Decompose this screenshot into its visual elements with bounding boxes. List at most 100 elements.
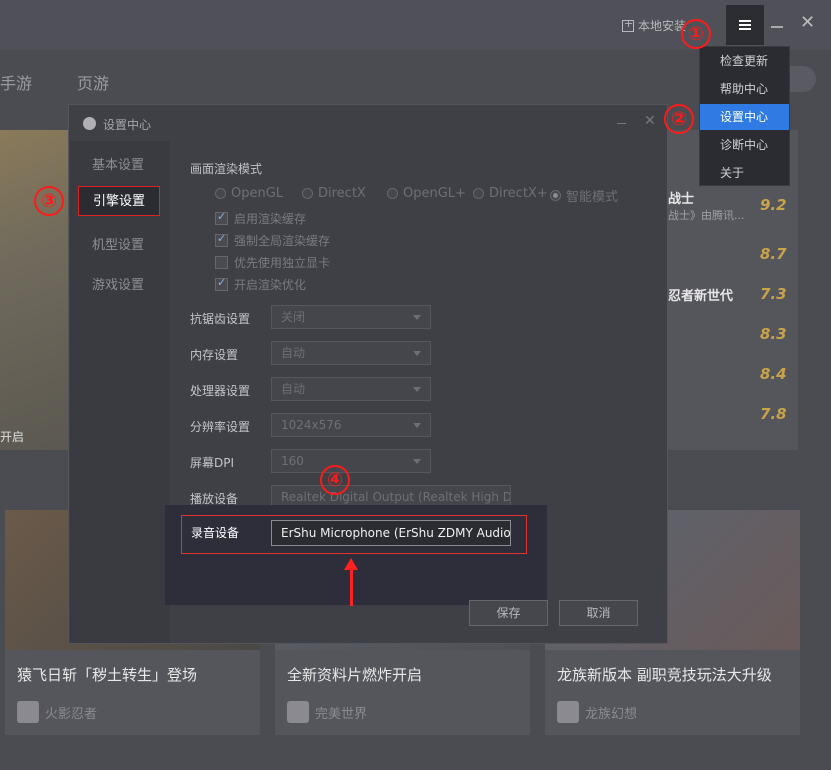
settings-logo-icon	[83, 117, 96, 130]
radio-directx-plus[interactable]: DirectX+	[473, 186, 548, 201]
card-game[interactable]: 火影忍者	[17, 701, 97, 723]
cpu-label: 处理器设置	[190, 384, 251, 398]
check-force-global-cache[interactable]: 强制全局渲染缓存	[215, 232, 330, 249]
card-game-name: 龙族幻想	[585, 706, 638, 722]
chevron-down-icon	[413, 387, 421, 392]
radio-selected-icon	[550, 190, 561, 201]
rank-score: 8.4	[760, 365, 787, 383]
radio-label: 智能模式	[566, 190, 619, 205]
checkbox-checked-icon	[215, 232, 228, 247]
dialog-minimize-icon[interactable]	[617, 123, 626, 124]
hamburger-icon	[739, 20, 751, 30]
radio-directx[interactable]: DirectX	[302, 186, 366, 201]
check-label: 强制全局渲染缓存	[234, 234, 331, 248]
antialias-label: 抗锯齿设置	[190, 312, 251, 326]
card-title[interactable]: 全新资料片燃炸开启	[287, 664, 422, 685]
menu-item-about[interactable]: 关于	[700, 160, 789, 186]
radio-label: OpenGL	[231, 186, 284, 201]
main-menu-dropdown: 检查更新 帮助中心 设置中心 诊断中心 关于	[699, 46, 790, 186]
dialog-close-icon[interactable]: ✕	[644, 113, 656, 129]
radio-icon	[302, 188, 313, 199]
select-value: 160	[281, 454, 304, 468]
check-dedicated-gpu[interactable]: 优先使用独立显卡	[215, 254, 330, 271]
card-game[interactable]: 完美世界	[287, 701, 367, 723]
checkbox-checked-icon	[215, 276, 228, 291]
radio-opengl[interactable]: OpenGL	[215, 186, 283, 201]
menu-item-help[interactable]: 帮助中心	[700, 76, 789, 102]
settings-sidebar: 基本设置 引擎设置 机型设置 游戏设置	[70, 141, 170, 643]
select-value: 1024x576	[281, 418, 342, 432]
tab-mobile-games[interactable]: 手游	[0, 70, 32, 94]
chevron-down-icon	[413, 315, 421, 320]
radio-icon	[215, 188, 226, 199]
checkbox-icon	[215, 256, 228, 269]
chevron-down-icon	[413, 423, 421, 428]
close-icon[interactable]: ✕	[800, 12, 815, 33]
render-mode-label: 画面渲染模式	[190, 162, 263, 176]
sidebar-item-engine[interactable]: 引擎设置	[78, 186, 160, 216]
step-badge-2: ②	[664, 104, 694, 134]
check-label: 开启渲染优化	[234, 278, 307, 292]
resolution-select[interactable]: 1024x576	[271, 413, 431, 437]
highlight-box	[181, 515, 527, 554]
install-icon	[622, 17, 634, 32]
check-render-optimize[interactable]: 开启渲染优化	[215, 276, 306, 293]
sidebar-item-device[interactable]: 机型设置	[92, 234, 144, 253]
menu-item-diagnostics[interactable]: 诊断中心	[700, 132, 789, 158]
rank-score: 9.2	[760, 196, 787, 214]
menu-item-settings[interactable]: 设置中心	[700, 104, 789, 130]
local-install-button[interactable]: 本地安装	[622, 17, 686, 34]
sidebar-item-basic[interactable]: 基本设置	[92, 154, 144, 173]
save-button[interactable]: 保存	[469, 600, 548, 626]
card-game-name: 火影忍者	[45, 706, 98, 722]
memory-label: 内存设置	[190, 348, 239, 362]
step-badge-1: ①	[681, 19, 711, 49]
sidebar-item-game[interactable]: 游戏设置	[92, 274, 144, 293]
card-title[interactable]: 龙族新版本 副职竞技玩法大升级	[557, 664, 772, 685]
radio-smart[interactable]: 智能模式	[550, 186, 618, 205]
card-game-name: 完美世界	[315, 706, 368, 722]
select-value: 自动	[281, 382, 306, 396]
chevron-down-icon	[413, 351, 421, 356]
radio-label: OpenGL+	[403, 186, 466, 201]
card-title[interactable]: 猿飞日斩「秽土转生」登场	[17, 664, 197, 685]
dpi-select[interactable]: 160	[271, 449, 431, 473]
cancel-button[interactable]: 取消	[559, 600, 638, 626]
game-icon	[557, 701, 579, 723]
tab-web-games[interactable]: 页游	[77, 70, 109, 94]
card-game[interactable]: 龙族幻想	[557, 701, 637, 723]
check-label: 优先使用独立显卡	[234, 256, 331, 270]
rank-score: 7.3	[760, 285, 787, 303]
rank-score: 8.7	[760, 245, 787, 263]
game-icon	[17, 701, 39, 723]
rank-name[interactable]: 战士	[668, 188, 694, 207]
rank-sub: 战士》由腾讯...	[668, 209, 745, 222]
checkbox-checked-icon	[215, 210, 228, 225]
resolution-label: 分辨率设置	[190, 420, 251, 434]
radio-label: DirectX+	[489, 186, 548, 201]
radio-opengl-plus[interactable]: OpenGL+	[387, 186, 466, 201]
select-value: 关闭	[281, 310, 306, 324]
radio-icon	[473, 188, 484, 199]
main-menu-button[interactable]	[726, 5, 764, 45]
dialog-title: 设置中心	[103, 118, 152, 132]
step-badge-4: ④	[320, 465, 350, 495]
check-render-cache[interactable]: 启用渲染缓存	[215, 210, 306, 227]
check-label: 启用渲染缓存	[234, 212, 307, 226]
local-install-label: 本地安装	[638, 19, 687, 33]
game-icon	[287, 701, 309, 723]
antialias-select[interactable]: 关闭	[271, 305, 431, 329]
rank-score: 7.8	[760, 405, 787, 423]
rank-name[interactable]: 忍者新世代	[668, 285, 733, 304]
minimize-icon[interactable]	[771, 26, 783, 28]
banner-text: 开启	[0, 430, 25, 444]
banner-image[interactable]	[0, 130, 70, 450]
cpu-select[interactable]: 自动	[271, 377, 431, 401]
menu-item-check-update[interactable]: 检查更新	[700, 48, 789, 74]
step-badge-3: ③	[34, 186, 64, 216]
rank-score: 8.3	[760, 325, 787, 343]
radio-icon	[387, 188, 398, 199]
memory-select[interactable]: 自动	[271, 341, 431, 365]
arrow-shaft	[350, 568, 353, 606]
select-value: 自动	[281, 346, 306, 360]
